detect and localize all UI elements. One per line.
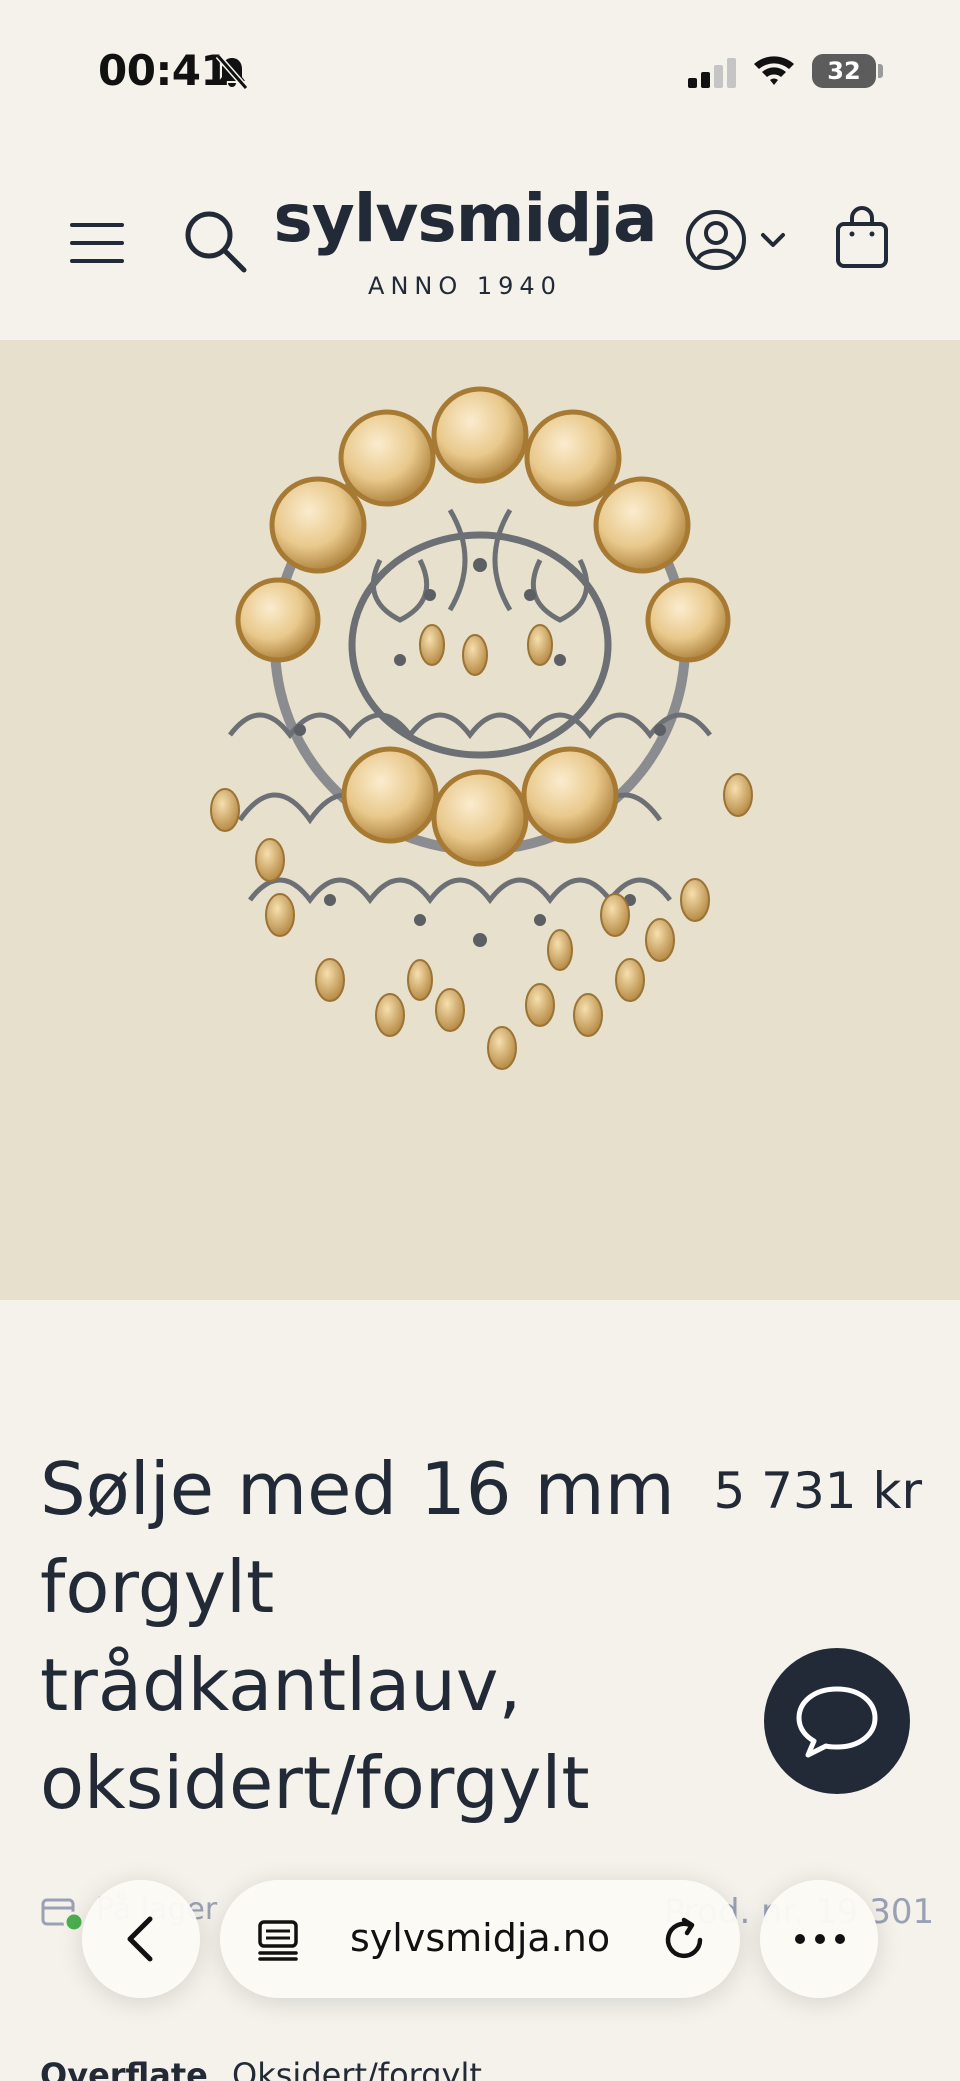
url-bar[interactable]: sylvsmidja.no xyxy=(220,1880,740,1998)
spec-value: Oksidert/forgylt xyxy=(232,2056,482,2081)
spec-row-surface: Overflate Oksidert/forgylt xyxy=(40,2056,482,2081)
battery-icon: 32 xyxy=(812,54,876,88)
product-price: 5 731 kr xyxy=(713,1462,922,1520)
back-icon xyxy=(127,1916,153,1962)
reload-icon[interactable] xyxy=(662,1916,708,1962)
chat-bubble-icon xyxy=(796,1686,878,1758)
brooch-illustration xyxy=(210,386,753,1070)
bag-icon[interactable] xyxy=(834,204,890,270)
browser-more-button[interactable] xyxy=(760,1880,878,1998)
battery-cap xyxy=(878,64,883,78)
site-logo[interactable]: sylvsmidja xyxy=(270,180,660,257)
store-stock-icon xyxy=(41,1898,85,1933)
product-title: Sølje med 16 mm forgylt trådkantlauv, ok… xyxy=(40,1447,675,1825)
browser-back-button[interactable] xyxy=(82,1880,200,1998)
status-bar: 00:41 32 xyxy=(0,0,960,142)
logo-subtitle: ANNO 1940 xyxy=(368,272,562,300)
bell-off-icon xyxy=(215,54,249,90)
chat-button[interactable] xyxy=(764,1648,910,1794)
page-icon xyxy=(258,1920,298,1961)
more-icon xyxy=(795,1934,845,1944)
site-header: sylvsmidja ANNO 1940 xyxy=(0,142,960,340)
chevron-down-icon[interactable] xyxy=(760,230,786,250)
search-icon[interactable] xyxy=(182,208,248,274)
wifi-icon xyxy=(754,56,794,85)
url-text: sylvsmidja.no xyxy=(350,1916,611,1960)
signal-icon xyxy=(688,58,736,88)
spec-label: Overflate xyxy=(40,2056,208,2081)
account-icon[interactable] xyxy=(684,208,748,272)
status-time: 00:41 xyxy=(98,46,230,95)
product-image[interactable] xyxy=(0,340,960,1300)
menu-icon[interactable] xyxy=(70,220,124,266)
